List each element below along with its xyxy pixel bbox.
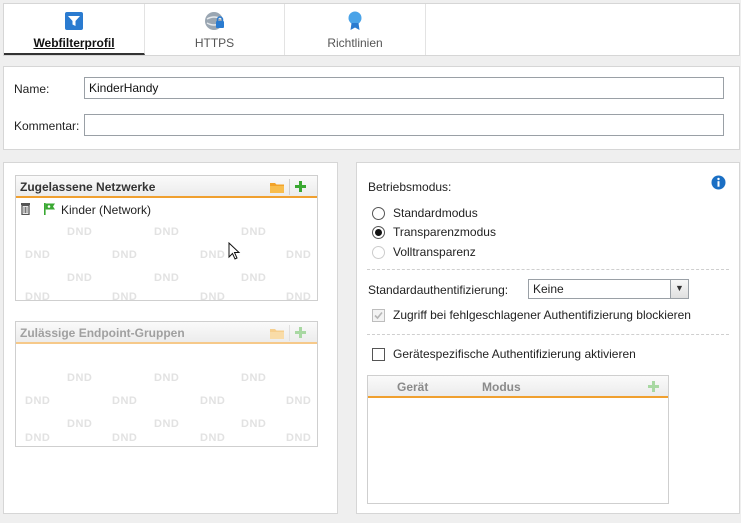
dnd-watermark: DND [25,249,51,261]
right-panel: Betriebsmodus: Standardmodus Transparenz… [356,162,740,514]
dnd-watermark: DND [154,226,180,238]
network-flag-icon [44,203,55,215]
networks-group: Zugelassene Netzwerke Kinder (Network) D… [15,175,318,303]
trash-icon[interactable] [20,202,31,215]
device-auth-label: Gerätespezifische Authentifizierung akti… [393,347,636,361]
block-auth-label: Zugriff bei fehlgeschlagener Authentifiz… [393,308,691,322]
dnd-watermark: DND [241,272,267,284]
tab-label: Richtlinien [327,36,383,50]
chevron-down-icon[interactable]: ▼ [670,280,688,298]
info-icon[interactable] [711,175,726,190]
dnd-watermark: DND [25,291,51,303]
name-input[interactable] [84,77,724,99]
auth-select[interactable]: Keine ▼ [528,279,689,299]
list-item[interactable]: Kinder (Network) [16,200,317,218]
comment-input[interactable] [84,114,724,136]
profile-form: Name: Kommentar: [3,66,740,150]
divider [367,334,729,335]
device-table: Gerät Modus [367,375,669,504]
endpoints-header: Zulässige Endpoint-Gruppen [16,322,317,344]
mode-full-transparent-label: Volltransparenz [393,245,476,259]
column-header-device[interactable]: Gerät [397,380,428,394]
dnd-watermark: DND [241,372,267,384]
network-item-label: Kinder (Network) [61,203,152,217]
dnd-watermark: DND [154,372,180,384]
tab-webfilterprofil[interactable]: Webfilterprofil [4,4,145,55]
divider [367,269,729,270]
column-header-mode[interactable]: Modus [482,380,521,394]
dnd-watermark: DND [112,432,138,444]
dnd-watermark: DND [67,418,93,430]
header-divider [289,179,290,195]
dnd-watermark: DND [200,432,226,444]
dnd-watermark: DND [241,226,267,238]
dnd-watermark: DND [112,249,138,261]
dnd-watermark: DND [112,395,138,407]
tab-richtlinien[interactable]: Richtlinien [285,4,426,55]
auth-label: Standardauthentifizierung: [368,283,509,297]
mode-standard-radio[interactable] [372,207,385,220]
dnd-watermark: DND [241,418,267,430]
endpoints-title: Zulässige Endpoint-Gruppen [20,326,185,340]
mode-label: Betriebsmodus: [368,180,452,194]
add-icon[interactable] [294,180,307,193]
tab-label: HTTPS [194,36,235,50]
dnd-watermark: DND [67,372,93,384]
add-icon [295,327,306,338]
dnd-watermark: DND [25,395,51,407]
dnd-watermark: DND [286,395,312,407]
dnd-watermark: DND [200,395,226,407]
endpoint-groups-group: Zulässige Endpoint-Gruppen DND DND DND D… [15,321,318,447]
folder-icon[interactable] [269,180,285,194]
networks-title: Zugelassene Netzwerke [20,180,156,194]
dnd-watermark: DND [67,226,93,238]
networks-header: Zugelassene Netzwerke [16,176,317,198]
folder-icon [270,329,284,339]
mouse-cursor-icon [228,242,241,260]
https-globe-icon [204,12,224,30]
add-icon [648,381,659,392]
header-divider [289,325,290,341]
dnd-watermark: DND [286,432,312,444]
tab-label: Webfilterprofil [33,36,115,50]
mode-full-transparent-radio [372,246,385,259]
badge-icon [348,11,362,30]
dnd-watermark: DND [154,418,180,430]
dnd-watermark: DND [200,291,226,303]
left-panel: Zugelassene Netzwerke Kinder (Network) D… [3,162,338,514]
device-table-header: Gerät Modus [368,376,668,398]
dnd-watermark: DND [112,291,138,303]
filter-icon [65,12,83,30]
tab-https[interactable]: HTTPS [145,4,285,55]
dnd-watermark: DND [67,272,93,284]
dnd-watermark: DND [200,249,226,261]
comment-label: Kommentar: [14,119,80,133]
tab-bar: Webfilterprofil HTTPS Richtlinien [3,3,740,56]
mode-transparent-label: Transparenzmodus [393,225,496,239]
name-label: Name: [14,82,50,96]
block-auth-checkbox [372,309,385,322]
check-icon [374,311,383,320]
device-auth-checkbox[interactable] [372,348,385,361]
mode-standard-label: Standardmodus [393,206,478,220]
auth-select-value: Keine [533,282,564,296]
dnd-watermark: DND [154,272,180,284]
mode-transparent-radio[interactable] [372,226,385,239]
dnd-watermark: DND [286,291,312,303]
dnd-watermark: DND [286,249,312,261]
dnd-watermark: DND [25,432,51,444]
